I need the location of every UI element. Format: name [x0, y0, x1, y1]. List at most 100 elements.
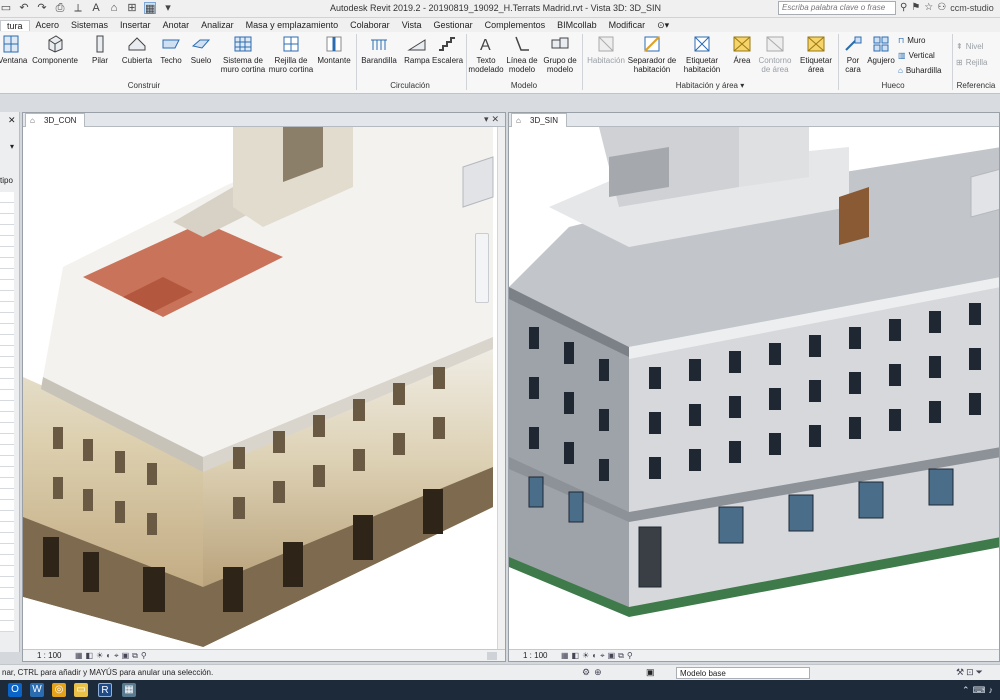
- separador-habitacion-button[interactable]: Separador de habitación: [626, 34, 678, 74]
- subscription-icon[interactable]: ⚑: [911, 2, 920, 13]
- view-scale[interactable]: 1 : 100: [523, 651, 547, 660]
- property-row[interactable]: [0, 412, 14, 423]
- property-row[interactable]: [0, 214, 14, 225]
- switch-windows-icon[interactable]: ▦: [144, 2, 156, 15]
- grupo-modelo-button[interactable]: Grupo de modelo: [540, 34, 580, 74]
- search-input[interactable]: Escriba palabra clave o frase: [778, 1, 896, 15]
- tab-colaborar[interactable]: Colaborar: [344, 20, 396, 30]
- property-row[interactable]: [0, 478, 14, 489]
- property-row[interactable]: [0, 313, 14, 324]
- property-row[interactable]: [0, 390, 14, 401]
- property-row[interactable]: [0, 577, 14, 588]
- dropdown-icon[interactable]: ▾: [10, 142, 14, 151]
- property-row[interactable]: [0, 511, 14, 522]
- view-tab-3d-con[interactable]: ⌂ 3D_CON: [25, 113, 86, 127]
- rejilla-button[interactable]: ⊞ Rejilla: [956, 58, 988, 67]
- tab-anotar[interactable]: Anotar: [157, 20, 196, 30]
- suelo-button[interactable]: Suelo: [188, 34, 214, 65]
- tab-modificar[interactable]: Modificar: [603, 20, 652, 30]
- property-row[interactable]: [0, 324, 14, 335]
- rampa-button[interactable]: Rampa: [402, 34, 432, 65]
- property-row[interactable]: [0, 401, 14, 412]
- property-row[interactable]: [0, 621, 14, 632]
- ventana-button[interactable]: Ventana: [0, 34, 27, 65]
- property-row[interactable]: [0, 489, 14, 500]
- save-icon[interactable]: ▭: [0, 2, 12, 14]
- muro-opening-button[interactable]: ⊓ Muro: [898, 36, 925, 45]
- cubierta-button[interactable]: Cubierta: [118, 34, 156, 65]
- view-scale[interactable]: 1 : 100: [37, 651, 61, 660]
- view-control-icons[interactable]: ▦◧☀◐⌖▣⧉⚲: [75, 651, 150, 661]
- rejilla-muro-cortina-button[interactable]: Rejilla de muro cortina: [266, 34, 316, 74]
- tab-complementos[interactable]: Complementos: [479, 20, 552, 30]
- property-row[interactable]: [0, 368, 14, 379]
- pilar-button[interactable]: Pilar: [86, 34, 114, 65]
- point-cloud-canvas[interactable]: [23, 127, 505, 651]
- property-row[interactable]: [0, 335, 14, 346]
- tab-gestionar[interactable]: Gestionar: [428, 20, 479, 30]
- property-row[interactable]: [0, 379, 14, 390]
- tab-bimcollab[interactable]: BIMcollab: [551, 20, 603, 30]
- buhardilla-button[interactable]: ⌂ Buhardilla: [898, 66, 941, 75]
- tab-masa[interactable]: Masa y emplazamiento: [240, 20, 345, 30]
- user-icon[interactable]: ⚇: [937, 2, 946, 13]
- property-row[interactable]: [0, 192, 14, 203]
- tab-insertar[interactable]: Insertar: [114, 20, 157, 30]
- property-row[interactable]: [0, 280, 14, 291]
- undo-icon[interactable]: ↶: [18, 2, 30, 14]
- vertical-opening-button[interactable]: ▥ Vertical: [898, 51, 935, 60]
- property-row[interactable]: [0, 467, 14, 478]
- property-row[interactable]: [0, 588, 14, 599]
- view-tab-3d-sin[interactable]: ⌂ 3D_SIN: [511, 113, 568, 127]
- property-row[interactable]: [0, 522, 14, 533]
- property-row[interactable]: [0, 566, 14, 577]
- selection-filter-icons[interactable]: ⚒⊡⏷: [956, 667, 985, 678]
- tab-sistemas[interactable]: Sistemas: [65, 20, 114, 30]
- property-row[interactable]: [0, 236, 14, 247]
- techo-button[interactable]: Techo: [158, 34, 184, 65]
- qat-dropdown-icon[interactable]: ▾: [162, 2, 174, 14]
- tab-analizar[interactable]: Analizar: [195, 20, 240, 30]
- revit-icon[interactable]: R: [98, 683, 112, 697]
- binoculars-icon[interactable]: ⚲: [900, 2, 907, 13]
- etiquetar-area-button[interactable]: Etiquetar área: [796, 34, 836, 74]
- texto-modelado-button[interactable]: A Texto modelado: [468, 34, 504, 74]
- property-row[interactable]: [0, 434, 14, 445]
- property-row[interactable]: [0, 445, 14, 456]
- property-row[interactable]: [0, 302, 14, 313]
- word-icon[interactable]: W: [30, 683, 44, 697]
- view-tab-controls[interactable]: ▾✕: [484, 114, 502, 125]
- property-row[interactable]: [0, 346, 14, 357]
- property-row[interactable]: [0, 533, 14, 544]
- linea-modelo-button[interactable]: Línea de modelo: [504, 34, 540, 74]
- property-row[interactable]: [0, 258, 14, 269]
- por-cara-button[interactable]: Por cara: [840, 34, 866, 74]
- property-row[interactable]: [0, 423, 14, 434]
- active-model-selector[interactable]: Modelo base: [676, 667, 810, 679]
- habitacion-button[interactable]: Habitación: [584, 34, 628, 65]
- tab-arquitectura[interactable]: tura: [0, 19, 30, 31]
- property-row[interactable]: [0, 544, 14, 555]
- close-panel-icon[interactable]: ✕: [8, 115, 16, 126]
- default-3d-icon[interactable]: ⌂: [108, 2, 120, 14]
- property-row[interactable]: [0, 610, 14, 621]
- status-worksharing-icons[interactable]: ⚙⊕: [582, 667, 606, 678]
- property-row[interactable]: [0, 247, 14, 258]
- property-row[interactable]: [0, 599, 14, 610]
- agujero-button[interactable]: Agujero: [866, 34, 896, 65]
- sistema-muro-cortina-button[interactable]: Sistema de muro cortina: [218, 34, 268, 74]
- view-3d-con[interactable]: ⌂ 3D_CON ▾✕ 1: 100 ▦◧☀◐⌖▣⧉⚲: [22, 112, 506, 662]
- property-row[interactable]: [0, 500, 14, 511]
- nivel-button[interactable]: ⇞ Nivel: [956, 42, 983, 51]
- measure-icon[interactable]: ⟂: [72, 2, 84, 14]
- montante-button[interactable]: Montante: [314, 34, 354, 65]
- area-button[interactable]: Área: [728, 34, 756, 65]
- view-3d-sin[interactable]: ⌂ 3D_SIN 1: 100 ▦◧☀◐⌖▣⧉⚲: [508, 112, 1000, 662]
- tab-acero[interactable]: Acero: [30, 20, 66, 30]
- property-row[interactable]: [0, 555, 14, 566]
- property-row[interactable]: [0, 357, 14, 368]
- navigation-bar[interactable]: [475, 233, 489, 303]
- star-icon[interactable]: ☆: [924, 2, 933, 13]
- property-row[interactable]: [0, 456, 14, 467]
- etiquetar-habitacion-button[interactable]: Etiquetar habitación: [678, 34, 726, 74]
